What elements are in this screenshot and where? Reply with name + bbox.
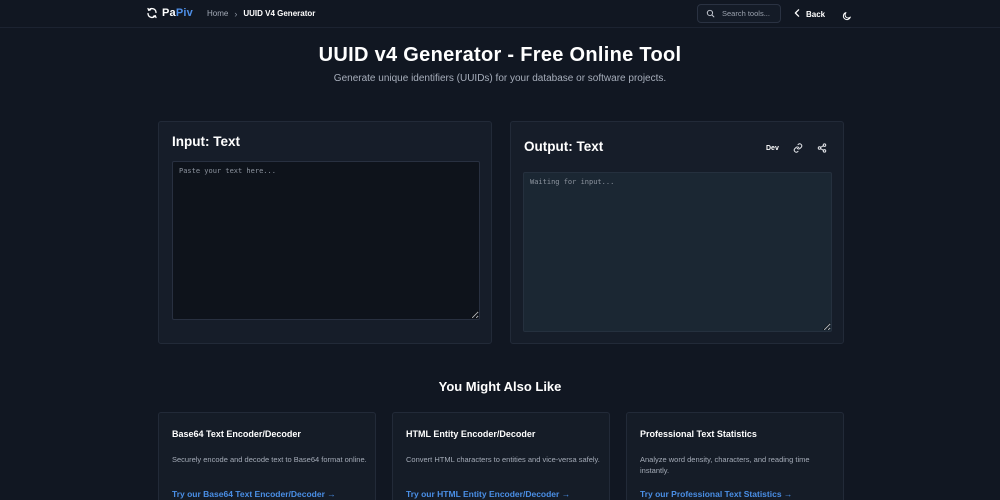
related-section-title: You Might Also Like <box>438 379 562 394</box>
related-card-description: Securely encode and decode text to Base6… <box>172 455 367 464</box>
related-card: Base64 Text Encoder/Decoder Securely enc… <box>158 412 376 500</box>
output-panel: Output: Text Dev <box>510 121 844 344</box>
input-panel-title: Input: Text <box>172 134 240 149</box>
breadcrumb-home[interactable]: Home <box>207 9 228 18</box>
output-panel-title: Output: Text <box>524 139 604 154</box>
link-icon[interactable] <box>793 143 803 153</box>
refresh-icon <box>146 7 158 19</box>
share-icon[interactable] <box>817 143 827 153</box>
related-card-link[interactable]: Try our HTML Entity Encoder/Decoder → <box>406 489 570 499</box>
moon-icon <box>842 8 852 25</box>
related-card-link[interactable]: Try our Base64 Text Encoder/Decoder → <box>172 489 336 499</box>
related-card-title: Base64 Text Encoder/Decoder <box>172 429 301 439</box>
brand-prefix: Pa <box>162 7 176 19</box>
search-box[interactable] <box>697 4 781 23</box>
search-icon <box>706 5 715 23</box>
input-textarea[interactable] <box>172 161 480 320</box>
related-card-title: Professional Text Statistics <box>640 429 757 439</box>
related-card: HTML Entity Encoder/Decoder Convert HTML… <box>392 412 610 500</box>
brand-name: PaPiv <box>162 7 193 19</box>
related-card-title: HTML Entity Encoder/Decoder <box>406 429 536 439</box>
page-title: UUID v4 Generator - Free Online Tool <box>318 44 682 66</box>
breadcrumb-current: UUID V4 Generator <box>243 9 316 18</box>
related-card-description: Analyze word density, characters, and re… <box>640 455 810 475</box>
output-textarea[interactable] <box>523 172 832 332</box>
back-label: Back <box>806 9 826 19</box>
top-navbar: PaPiv Home › UUID V4 Generator Back <box>0 0 1000 28</box>
chevron-right-icon: › <box>234 8 238 19</box>
brand-suffix: Piv <box>175 7 193 19</box>
breadcrumb: Home › UUID V4 Generator <box>207 9 315 18</box>
page-subtitle: Generate unique identifiers (UUIDs) for … <box>333 73 667 84</box>
back-button[interactable]: Back <box>794 9 825 19</box>
dev-button[interactable]: Dev <box>766 145 779 152</box>
related-card-description: Convert HTML characters to entities and … <box>406 455 600 464</box>
related-card: Professional Text Statistics Analyze wor… <box>626 412 844 500</box>
chevron-left-icon <box>794 9 800 19</box>
brand-logo[interactable]: PaPiv <box>146 7 193 19</box>
related-card-link[interactable]: Try our Professional Text Statistics → <box>640 489 792 499</box>
theme-toggle-button[interactable] <box>842 8 852 26</box>
output-toolbar: Dev <box>766 143 827 153</box>
input-panel: Input: Text <box>158 121 492 344</box>
search-input[interactable] <box>722 9 778 18</box>
